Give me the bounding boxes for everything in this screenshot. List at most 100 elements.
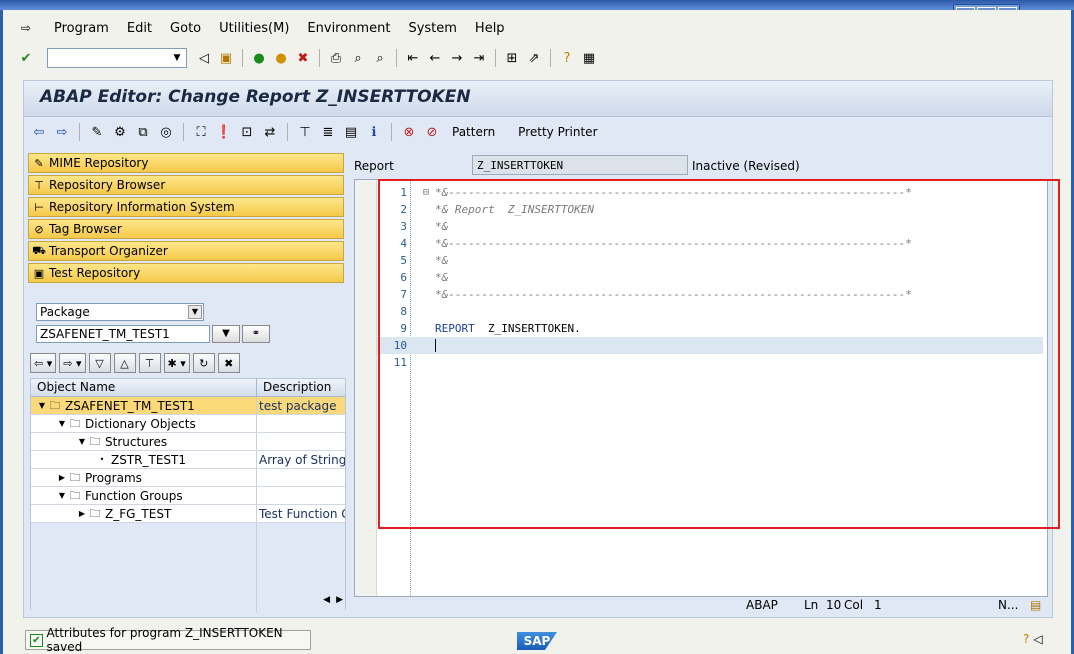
first-page-icon[interactable]: ⇤ xyxy=(404,49,422,67)
nav-mime-repository[interactable]: ✎ MIME Repository xyxy=(28,153,344,173)
pretty-printer-button[interactable]: Pretty Printer xyxy=(518,125,597,139)
code-editor[interactable]: 1 ⊟ *&------------------------------------… xyxy=(354,179,1048,597)
forward-arrow-icon[interactable]: ⇨ xyxy=(53,123,71,141)
breakpoint-gutter[interactable] xyxy=(355,180,377,596)
fold-minus-icon[interactable]: ⊟ xyxy=(423,184,433,201)
column-description[interactable]: Description xyxy=(257,379,345,396)
collapsed-triangle-icon[interactable]: ▶ xyxy=(57,473,67,482)
settings-button[interactable]: ✱ ▾ xyxy=(163,353,190,373)
display-change-icon[interactable]: ✎ xyxy=(88,123,106,141)
object-type-select[interactable]: Package ▼ xyxy=(36,303,204,321)
refresh-button[interactable]: ↻ xyxy=(192,353,215,373)
collapse-all-button[interactable]: △ xyxy=(113,353,136,373)
help-icon[interactable]: ? xyxy=(1023,632,1029,646)
code-line[interactable]: 1 ⊟ *&------------------------------------… xyxy=(377,184,1043,201)
back-arrow-icon[interactable]: ◁ xyxy=(195,49,213,67)
info-icon[interactable]: ℹ xyxy=(365,123,383,141)
code-line[interactable]: 4 *&-------------------------------------… xyxy=(377,235,1043,252)
tree-row[interactable]: ▶ 🗀 Programs xyxy=(31,469,345,487)
previous-page-icon[interactable]: ← xyxy=(426,49,444,67)
code-line[interactable]: 6 *& xyxy=(377,269,1043,286)
column-object-name[interactable]: Object Name xyxy=(31,379,257,396)
expanded-triangle-icon[interactable]: ▼ xyxy=(37,401,47,410)
menu-system[interactable]: System xyxy=(399,21,465,36)
horizontal-scrollbar[interactable]: ◀ ▶ xyxy=(259,593,343,607)
other-object-icon[interactable]: ⧉ xyxy=(134,123,152,141)
code-line[interactable]: 11 xyxy=(377,354,1043,371)
settings-icon[interactable]: ▤ xyxy=(1030,598,1041,612)
hierarchy-button[interactable]: ⊤ xyxy=(138,353,161,373)
where-used-icon[interactable]: ⊡ xyxy=(238,123,256,141)
collapse-status-icon[interactable]: ◁ xyxy=(1033,632,1042,646)
code-line[interactable]: 9 REPORT Z_INSERTTOKEN. xyxy=(377,320,1043,337)
set-breakpoint-icon[interactable]: ⊗ xyxy=(400,123,418,141)
back-arrow-icon[interactable]: ⇦ xyxy=(30,123,48,141)
code-line[interactable]: 5 *& xyxy=(377,252,1043,269)
nav-repository-browser[interactable]: ⊤ Repository Browser xyxy=(28,175,344,195)
new-session-icon[interactable]: ⊞ xyxy=(503,49,521,67)
cancel-icon[interactable]: ✖ xyxy=(294,49,312,67)
help-icon[interactable]: ? xyxy=(558,49,576,67)
menu-icon[interactable]: ⇨ xyxy=(17,20,35,36)
code-line[interactable]: 7 *&-------------------------------------… xyxy=(377,286,1043,303)
shortcut-icon[interactable]: ⇗ xyxy=(525,49,543,67)
next-page-icon[interactable]: → xyxy=(448,49,466,67)
test-icon[interactable]: ❗ xyxy=(215,123,233,141)
exit-icon[interactable]: ● xyxy=(272,49,290,67)
code-line[interactable]: 10 xyxy=(377,337,1043,354)
navigate-icon[interactable]: ⇄ xyxy=(261,123,279,141)
tree-row[interactable]: ▼ 🗀 Function Groups xyxy=(31,487,345,505)
window-icon[interactable]: ▤ xyxy=(342,123,360,141)
menu-utilities[interactable]: Utilities(M) xyxy=(210,21,298,36)
collapsed-triangle-icon[interactable]: ▶ xyxy=(77,509,87,518)
nav-repository-info-system[interactable]: ⊢ Repository Information System xyxy=(28,197,344,217)
layout-icon[interactable]: ▦ xyxy=(580,49,598,67)
find-next-icon[interactable]: ⌕ xyxy=(371,49,389,67)
scroll-right-icon[interactable]: ▶ xyxy=(336,595,343,605)
command-field[interactable]: ▼ xyxy=(47,48,187,68)
tree-row[interactable]: • ZSTR_TEST1 Array of Strings xyxy=(31,451,345,469)
activate-icon[interactable]: ⛶ xyxy=(192,123,210,141)
expanded-triangle-icon[interactable]: ▼ xyxy=(57,491,67,500)
nav-test-repository[interactable]: ▣ Test Repository xyxy=(28,263,344,283)
find-icon[interactable]: ⌕ xyxy=(349,49,367,67)
package-name-input[interactable]: ZSAFENET_TM_TEST1 xyxy=(36,325,210,343)
menu-goto[interactable]: Goto xyxy=(161,21,210,36)
tree-row[interactable]: ▼ 🗀 Dictionary Objects xyxy=(31,415,345,433)
chevron-down-icon[interactable]: ▼ xyxy=(188,305,202,319)
stack-icon[interactable]: ≣ xyxy=(319,123,337,141)
hierarchy-icon[interactable]: ⊤ xyxy=(296,123,314,141)
package-dropdown-button[interactable]: ▼ xyxy=(212,325,240,343)
close-tree-button[interactable]: ✖ xyxy=(217,353,240,373)
bullet-icon[interactable]: • xyxy=(97,455,107,464)
code-line[interactable]: 2 *& Report Z_INSERTTOKEN xyxy=(377,201,1043,218)
code-line[interactable]: 8 xyxy=(377,303,1043,320)
menu-help[interactable]: Help xyxy=(466,21,514,36)
expand-all-button[interactable]: ▽ xyxy=(88,353,111,373)
previous-object-button[interactable]: ⇦ ▾ xyxy=(30,353,57,373)
tree-row[interactable]: ▼ 🗀 Structures xyxy=(31,433,345,451)
pattern-button[interactable]: Pattern xyxy=(452,125,495,139)
menu-program[interactable]: Program xyxy=(45,21,118,36)
check-icon[interactable]: ◎ xyxy=(157,123,175,141)
back-icon[interactable]: ● xyxy=(250,49,268,67)
tree-row[interactable]: ▼ 🗀 ZSAFENET_TM_TEST1 test package xyxy=(31,397,345,415)
active-inactive-icon[interactable]: ⚙ xyxy=(111,123,129,141)
menu-edit[interactable]: Edit xyxy=(118,21,161,36)
chevron-down-icon[interactable]: ▼ xyxy=(170,51,184,65)
next-object-button[interactable]: ⇨ ▾ xyxy=(59,353,86,373)
display-button[interactable]: ⚭ xyxy=(242,325,270,343)
delete-breakpoint-icon[interactable]: ⊘ xyxy=(423,123,441,141)
code-line[interactable]: 3 *& xyxy=(377,218,1043,235)
enter-icon[interactable]: ✔ xyxy=(17,49,35,67)
expanded-triangle-icon[interactable]: ▼ xyxy=(57,419,67,428)
print-icon[interactable]: ⎙ xyxy=(327,49,345,67)
menu-environment[interactable]: Environment xyxy=(298,21,399,36)
expanded-triangle-icon[interactable]: ▼ xyxy=(77,437,87,446)
scroll-left-icon[interactable]: ◀ xyxy=(323,595,330,605)
nav-transport-organizer[interactable]: ⛟ Transport Organizer xyxy=(28,241,344,261)
tree-row[interactable]: ▶ 🗀 Z_FG_TEST Test Function G xyxy=(31,505,345,523)
save-icon[interactable]: ▣ xyxy=(217,49,235,67)
nav-tag-browser[interactable]: ⊘ Tag Browser xyxy=(28,219,344,239)
last-page-icon[interactable]: ⇥ xyxy=(470,49,488,67)
